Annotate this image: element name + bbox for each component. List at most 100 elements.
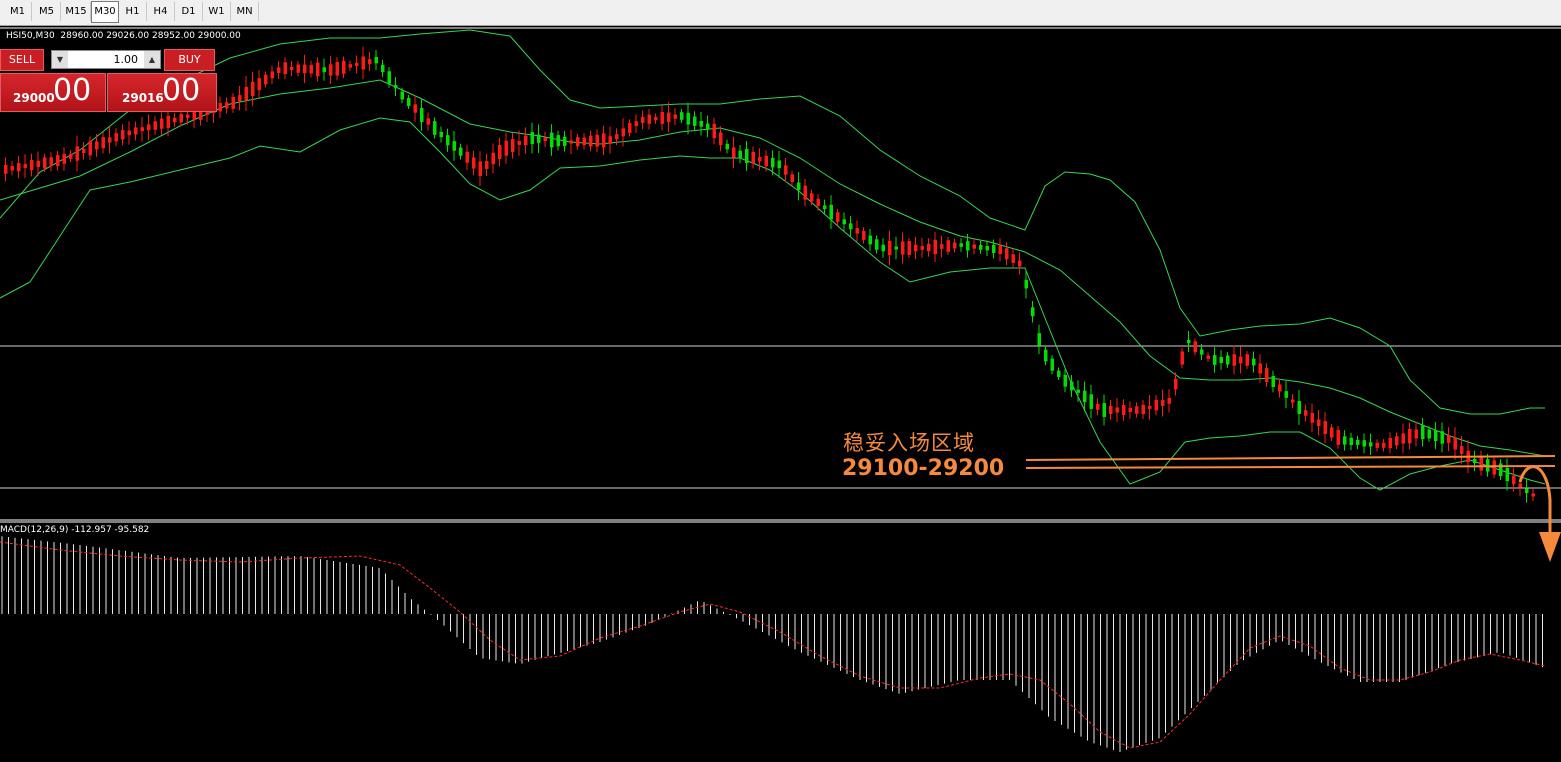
candle-body — [1076, 389, 1080, 393]
candle-body — [225, 102, 229, 109]
candle-body — [153, 121, 157, 130]
lot-size-stepper[interactable]: ▼ 1.00 ▲ — [51, 50, 161, 69]
candle-body — [797, 182, 801, 191]
candle-body — [465, 151, 469, 163]
candle-body — [127, 130, 131, 136]
candle-body — [88, 140, 92, 156]
candle-body — [1317, 419, 1321, 427]
candle-body — [238, 95, 242, 102]
candle-body — [166, 115, 170, 128]
candle-body — [517, 141, 521, 145]
candle-body — [1180, 351, 1184, 365]
candle-body — [1356, 439, 1360, 445]
chevron-down-icon[interactable]: ▼ — [52, 51, 68, 68]
macd-indicator-label: MACD(12,26,9) -112.957 -95.582 — [0, 525, 150, 535]
candle-body — [1083, 390, 1087, 403]
candle-body — [1388, 437, 1392, 449]
sell-price-button[interactable]: 29000 00 — [0, 73, 106, 112]
sell-price-main: 29000 — [13, 91, 55, 105]
candle-body — [452, 141, 456, 151]
candle-body — [1232, 354, 1236, 366]
candle-body — [121, 129, 125, 140]
candle-body — [309, 64, 313, 74]
candle-body — [426, 118, 430, 125]
candle-body — [134, 127, 138, 135]
candle-body — [901, 241, 905, 255]
candle-body — [992, 245, 996, 253]
candle-body — [1154, 399, 1158, 411]
candle-body — [1492, 460, 1496, 475]
candle-body — [1219, 356, 1223, 364]
candle-body — [303, 64, 307, 74]
candle-body — [1310, 413, 1314, 423]
candle-body — [1200, 349, 1204, 355]
candle-body — [953, 242, 957, 249]
candle-body — [446, 135, 450, 146]
candle-body — [1187, 340, 1191, 344]
candle-body — [556, 135, 560, 147]
candle-body — [673, 114, 677, 119]
candle-body — [355, 62, 359, 67]
candle-body — [1284, 391, 1288, 398]
candle-body — [1057, 370, 1061, 378]
candle-body — [1362, 440, 1366, 447]
candle-body — [1531, 493, 1535, 497]
candle-body — [1089, 394, 1093, 409]
entry-zone-range: 29100-29200 — [842, 456, 1005, 481]
candle-body — [933, 239, 937, 255]
candle-body — [335, 62, 339, 76]
candle-body — [1174, 378, 1178, 390]
candle-body — [1258, 363, 1262, 374]
candle-body — [218, 103, 222, 112]
lot-size-input[interactable]: 1.00 — [72, 51, 139, 68]
candle-body — [537, 134, 541, 143]
candle-body — [654, 116, 658, 121]
candle-body — [543, 137, 547, 142]
sell-button[interactable]: SELL — [0, 49, 44, 71]
candle-body — [1141, 404, 1145, 415]
candle-body — [296, 64, 300, 73]
candle-body — [1460, 446, 1464, 454]
candle-body — [998, 245, 1002, 255]
candle-body — [140, 127, 144, 132]
candle-body — [972, 244, 976, 249]
candle-body — [712, 123, 716, 139]
candle-body — [810, 193, 814, 202]
chevron-up-icon[interactable]: ▲ — [144, 51, 160, 68]
candle-body — [420, 107, 424, 123]
candle-body — [485, 161, 489, 169]
candle-body — [186, 114, 190, 119]
candle-body — [1401, 433, 1405, 444]
candle-body — [985, 246, 989, 251]
candle-body — [1447, 435, 1451, 443]
candle-body — [1297, 401, 1301, 414]
candle-body — [615, 134, 619, 140]
buy-price-main: 29016 — [122, 91, 164, 105]
candle-body — [231, 96, 235, 109]
candle-body — [927, 243, 931, 252]
candle-body — [1349, 437, 1353, 446]
candle-body — [433, 121, 437, 135]
candle-body — [23, 164, 27, 169]
buy-price-pips: 00 — [162, 73, 201, 108]
buy-button[interactable]: BUY — [164, 49, 215, 71]
candle-body — [829, 204, 833, 220]
candle-body — [836, 212, 840, 222]
candle-body — [530, 132, 534, 145]
candle-body — [914, 244, 918, 252]
candle-body — [251, 81, 255, 96]
candle-body — [1102, 403, 1106, 417]
candle-body — [1109, 406, 1113, 414]
candlestick-series — [4, 46, 1535, 503]
candle-body — [114, 133, 118, 142]
entry-zone-lower-line[interactable] — [1025, 465, 1556, 469]
candle-body — [69, 153, 73, 159]
candle-body — [823, 205, 827, 210]
buy-price-button[interactable]: 29016 00 — [107, 73, 217, 112]
candle-body — [1427, 429, 1431, 439]
candle-body — [1031, 307, 1035, 317]
candle-body — [1005, 248, 1009, 260]
candle-body — [147, 124, 151, 131]
macd-signal-line — [0, 541, 1546, 749]
chart-canvas[interactable] — [0, 0, 1561, 762]
